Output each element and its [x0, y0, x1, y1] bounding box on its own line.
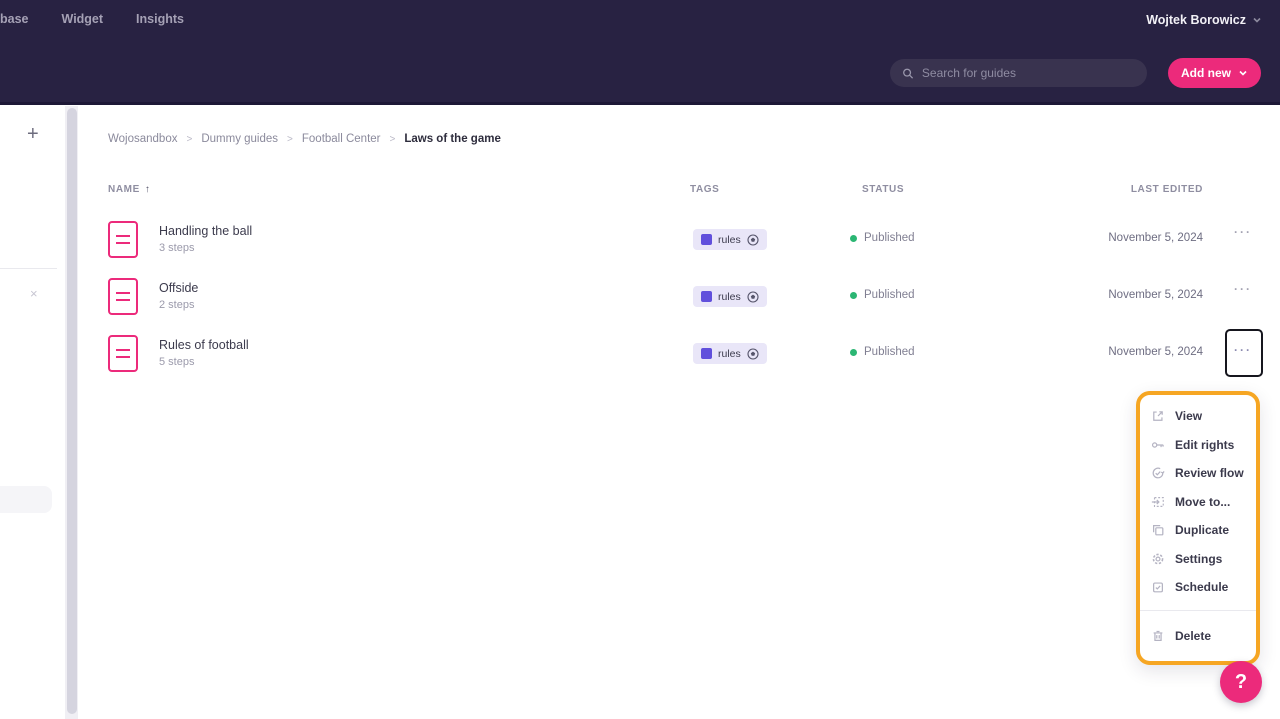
- menu-item-edit-rights[interactable]: Edit rights: [1140, 431, 1256, 460]
- trash-icon: [1151, 629, 1165, 643]
- gear-icon: [1151, 552, 1165, 566]
- menu-item-view[interactable]: View: [1140, 402, 1256, 431]
- soccer-ball-icon: [747, 291, 759, 303]
- last-edited-date: November 5, 2024: [1108, 232, 1203, 244]
- move-to-icon: [1151, 495, 1165, 509]
- guide-row[interactable]: Rules of football 5 steps rules Publishe…: [90, 325, 1270, 382]
- guide-steps: 5 steps: [159, 356, 194, 368]
- duplicate-icon: [1151, 523, 1165, 537]
- guide-row[interactable]: Offside 2 steps rules Published November…: [90, 268, 1270, 325]
- last-edited-date: November 5, 2024: [1108, 346, 1203, 358]
- guide-icon: [108, 335, 138, 372]
- column-header-tags: TAGS: [690, 184, 719, 195]
- menu-item-review-flow[interactable]: Review flow: [1140, 459, 1256, 488]
- status-badge: Published: [850, 289, 915, 301]
- search-bar[interactable]: [890, 59, 1147, 87]
- menu-divider: [1140, 610, 1256, 611]
- tag-label: rules: [718, 234, 741, 246]
- guide-row[interactable]: Handling the ball 3 steps rules Publishe…: [90, 211, 1270, 268]
- status-dot: [850, 235, 857, 242]
- topbar: base Widget Insights Wojtek Borowicz Add…: [0, 0, 1280, 105]
- breadcrumb-subfolder[interactable]: Football Center: [302, 133, 381, 145]
- tag-label: rules: [718, 291, 741, 303]
- tag-color-swatch: [701, 348, 712, 359]
- status-badge: Published: [850, 346, 915, 358]
- breadcrumb: Wojosandbox > Dummy guides > Football Ce…: [108, 133, 501, 145]
- column-header-status: STATUS: [862, 184, 904, 195]
- nav-item-knowledge-base[interactable]: base: [0, 12, 29, 26]
- sidebar-scrollbar-thumb[interactable]: [67, 108, 77, 714]
- add-new-button[interactable]: Add new: [1168, 58, 1261, 88]
- add-new-label: Add new: [1181, 66, 1231, 80]
- review-check-icon: [1151, 466, 1165, 480]
- tag-label: rules: [718, 348, 741, 360]
- menu-item-settings[interactable]: Settings: [1140, 545, 1256, 574]
- guide-icon: [108, 278, 138, 315]
- guide-steps: 3 steps: [159, 242, 194, 254]
- tag-pill[interactable]: rules: [693, 286, 767, 307]
- sort-ascending-icon: ↑: [145, 184, 151, 195]
- more-options-button[interactable]: ···: [1231, 225, 1255, 239]
- user-menu[interactable]: Wojtek Borowicz: [1146, 13, 1262, 27]
- breadcrumb-current: Laws of the game: [404, 133, 501, 145]
- guide-steps: 2 steps: [159, 299, 194, 311]
- search-icon: [902, 67, 914, 80]
- sidebar-highlighted-item[interactable]: [0, 486, 52, 513]
- search-input[interactable]: [922, 66, 1135, 80]
- more-options-button-active[interactable]: ···: [1231, 343, 1255, 357]
- nav-item-widget[interactable]: Widget: [62, 12, 104, 26]
- sidebar-divider: [0, 268, 57, 269]
- chevron-down-icon: [1238, 68, 1248, 78]
- guide-icon: [108, 221, 138, 258]
- guide-title: Offside: [159, 281, 198, 295]
- breadcrumb-separator: >: [390, 134, 396, 145]
- tag-color-swatch: [701, 234, 712, 245]
- last-edited-date: November 5, 2024: [1108, 289, 1203, 301]
- tag-pill[interactable]: rules: [693, 343, 767, 364]
- menu-item-schedule[interactable]: Schedule: [1140, 573, 1256, 602]
- row-context-menu: View Edit rights Review flow Move to... …: [1136, 391, 1260, 665]
- status-label: Published: [864, 289, 915, 301]
- column-header-name[interactable]: NAME↑: [108, 184, 150, 195]
- soccer-ball-icon: [747, 234, 759, 246]
- status-dot: [850, 292, 857, 299]
- breadcrumb-separator: >: [287, 134, 293, 145]
- main-nav: base Widget Insights: [0, 12, 184, 26]
- key-icon: [1151, 438, 1165, 452]
- status-dot: [850, 349, 857, 356]
- menu-item-duplicate[interactable]: Duplicate: [1140, 516, 1256, 545]
- calendar-check-icon: [1151, 580, 1165, 594]
- tag-pill[interactable]: rules: [693, 229, 767, 250]
- menu-item-move-to[interactable]: Move to...: [1140, 488, 1256, 517]
- add-guide-button[interactable]: +: [27, 124, 39, 144]
- tag-color-swatch: [701, 291, 712, 302]
- chevron-down-icon: [1252, 15, 1262, 25]
- breadcrumb-workspace[interactable]: Wojosandbox: [108, 133, 177, 145]
- help-button[interactable]: ?: [1220, 661, 1262, 703]
- menu-item-delete[interactable]: Delete: [1140, 619, 1256, 653]
- collapse-sidebar-icon[interactable]: ×: [30, 286, 38, 301]
- status-label: Published: [864, 232, 915, 244]
- guide-title: Rules of football: [159, 338, 249, 352]
- breadcrumb-folder[interactable]: Dummy guides: [201, 133, 278, 145]
- user-name: Wojtek Borowicz: [1146, 13, 1246, 27]
- soccer-ball-icon: [747, 348, 759, 360]
- more-options-button[interactable]: ···: [1231, 282, 1255, 296]
- external-link-icon: [1151, 409, 1165, 423]
- status-label: Published: [864, 346, 915, 358]
- breadcrumb-separator: >: [186, 134, 192, 145]
- nav-item-insights[interactable]: Insights: [136, 12, 184, 26]
- status-badge: Published: [850, 232, 915, 244]
- column-header-last-edited: LAST EDITED: [1131, 184, 1203, 195]
- guide-title: Handling the ball: [159, 224, 252, 238]
